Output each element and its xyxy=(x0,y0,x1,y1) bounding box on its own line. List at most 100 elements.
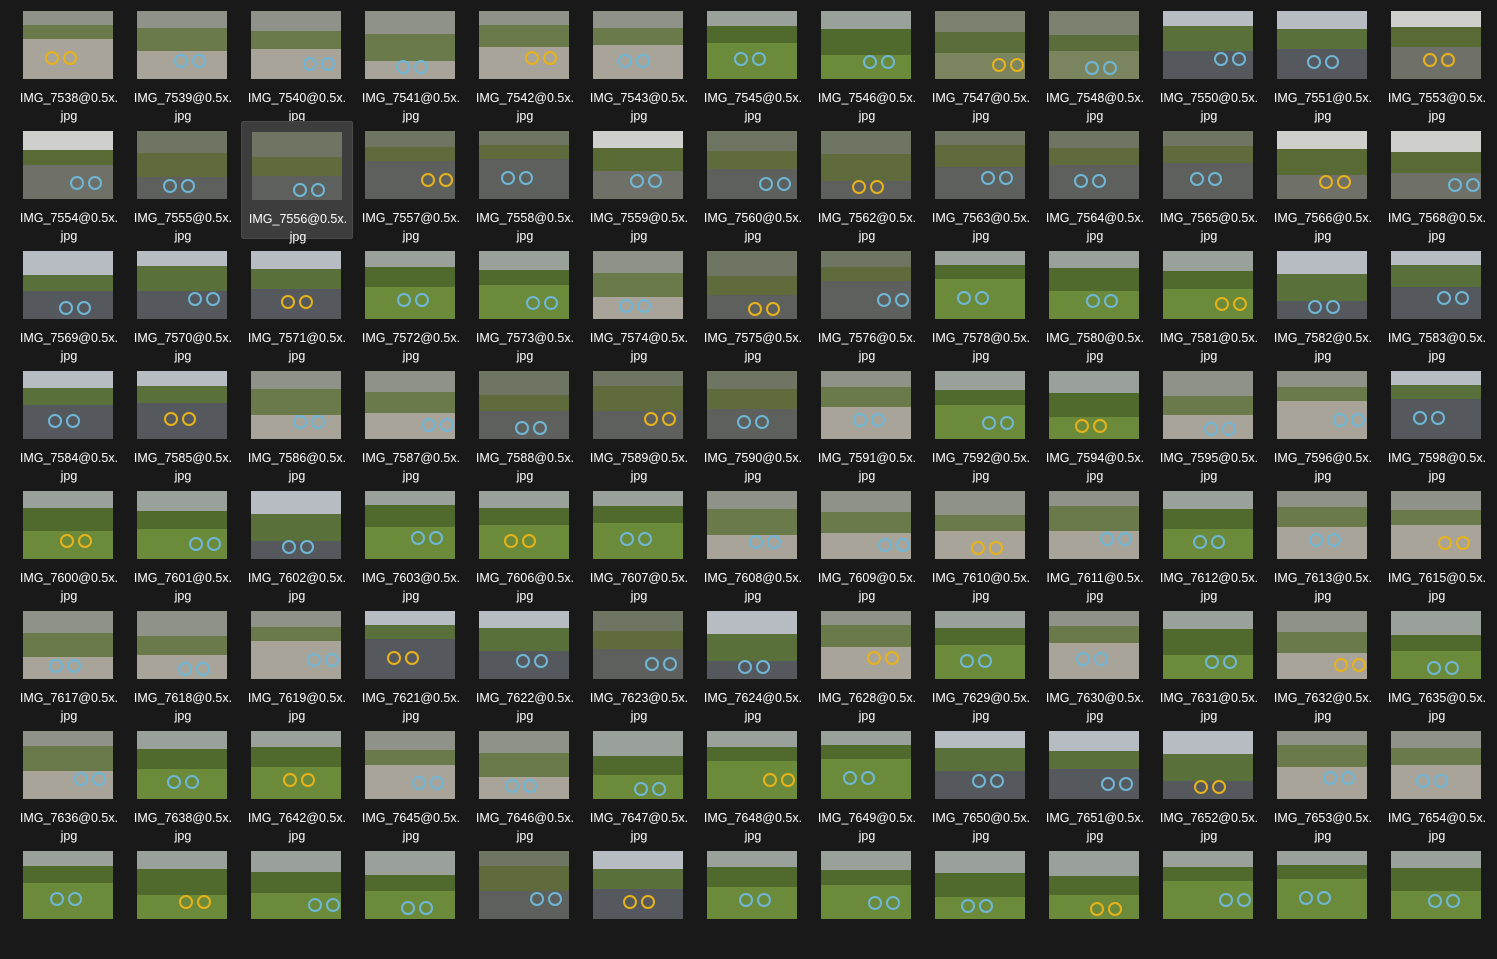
file-item[interactable]: IMG_7569@0.5x. jpg xyxy=(13,241,125,363)
file-thumbnail[interactable] xyxy=(593,851,683,919)
file-thumbnail[interactable] xyxy=(1277,371,1367,439)
file-item[interactable]: IMG_7606@0.5x. jpg xyxy=(469,481,581,603)
file-thumbnail[interactable] xyxy=(593,491,683,559)
file-thumbnail[interactable] xyxy=(593,251,683,319)
file-thumbnail[interactable] xyxy=(1163,851,1253,919)
file-thumbnail[interactable] xyxy=(935,11,1025,79)
file-thumbnail[interactable] xyxy=(23,611,113,679)
file-thumbnail[interactable] xyxy=(593,731,683,799)
file-thumbnail[interactable] xyxy=(821,611,911,679)
file-item[interactable]: IMG_7540@0.5x. jpg xyxy=(241,1,353,123)
file-thumbnail[interactable] xyxy=(821,491,911,559)
file-item[interactable]: IMG_7578@0.5x. jpg xyxy=(925,241,1037,363)
file-item[interactable]: IMG_7584@0.5x. jpg xyxy=(13,361,125,483)
file-thumbnail[interactable] xyxy=(707,131,797,199)
file-item[interactable]: IMG_7559@0.5x. jpg xyxy=(583,121,695,243)
file-thumbnail[interactable] xyxy=(251,491,341,559)
file-item[interactable] xyxy=(583,841,695,959)
file-item[interactable] xyxy=(13,841,125,959)
file-thumbnail[interactable] xyxy=(593,11,683,79)
file-thumbnail[interactable] xyxy=(821,731,911,799)
file-item[interactable]: IMG_7551@0.5x. jpg xyxy=(1267,1,1379,123)
file-item[interactable]: IMG_7609@0.5x. jpg xyxy=(811,481,923,603)
file-thumbnail[interactable] xyxy=(1277,491,1367,559)
file-thumbnail[interactable] xyxy=(593,131,683,199)
file-item[interactable]: IMG_7645@0.5x. jpg xyxy=(355,721,467,843)
file-thumbnail[interactable] xyxy=(1391,11,1481,79)
file-thumbnail[interactable] xyxy=(1391,611,1481,679)
file-item[interactable]: IMG_7612@0.5x. jpg xyxy=(1153,481,1265,603)
file-thumbnail[interactable] xyxy=(1049,491,1139,559)
file-thumbnail[interactable] xyxy=(821,851,911,919)
file-item[interactable]: IMG_7564@0.5x. jpg xyxy=(1039,121,1151,243)
file-thumbnail[interactable] xyxy=(365,251,455,319)
file-item[interactable]: IMG_7600@0.5x. jpg xyxy=(13,481,125,603)
file-thumbnail[interactable] xyxy=(1049,851,1139,919)
file-thumbnail[interactable] xyxy=(707,611,797,679)
file-item[interactable]: IMG_7629@0.5x. jpg xyxy=(925,601,1037,723)
file-thumbnail[interactable] xyxy=(1163,251,1253,319)
file-item[interactable]: IMG_7592@0.5x. jpg xyxy=(925,361,1037,483)
file-item[interactable]: IMG_7618@0.5x. jpg xyxy=(127,601,239,723)
file-thumbnail[interactable] xyxy=(365,131,455,199)
file-item[interactable]: IMG_7539@0.5x. jpg xyxy=(127,1,239,123)
file-thumbnail[interactable] xyxy=(137,131,227,199)
file-item[interactable]: IMG_7595@0.5x. jpg xyxy=(1153,361,1265,483)
file-item[interactable]: IMG_7557@0.5x. jpg xyxy=(355,121,467,243)
file-item[interactable]: IMG_7553@0.5x. jpg xyxy=(1381,1,1493,123)
file-thumbnail[interactable] xyxy=(137,851,227,919)
file-thumbnail[interactable] xyxy=(23,131,113,199)
file-item[interactable]: IMG_7570@0.5x. jpg xyxy=(127,241,239,363)
file-item[interactable]: IMG_7565@0.5x. jpg xyxy=(1153,121,1265,243)
file-item[interactable]: IMG_7646@0.5x. jpg xyxy=(469,721,581,843)
file-item[interactable]: IMG_7607@0.5x. jpg xyxy=(583,481,695,603)
file-item[interactable]: IMG_7583@0.5x. jpg xyxy=(1381,241,1493,363)
file-item[interactable]: IMG_7581@0.5x. jpg xyxy=(1153,241,1265,363)
file-item[interactable]: IMG_7574@0.5x. jpg xyxy=(583,241,695,363)
file-thumbnail[interactable] xyxy=(1391,731,1481,799)
file-item[interactable] xyxy=(241,841,353,959)
file-thumbnail[interactable] xyxy=(935,731,1025,799)
file-item[interactable]: IMG_7541@0.5x. jpg xyxy=(355,1,467,123)
file-thumbnail[interactable] xyxy=(137,611,227,679)
file-thumbnail[interactable] xyxy=(137,731,227,799)
file-thumbnail[interactable] xyxy=(1163,131,1253,199)
file-thumbnail[interactable] xyxy=(137,491,227,559)
file-thumbnail[interactable] xyxy=(1049,371,1139,439)
file-thumbnail[interactable] xyxy=(707,731,797,799)
file-thumbnail[interactable] xyxy=(1391,371,1481,439)
file-thumbnail[interactable] xyxy=(1163,731,1253,799)
file-item[interactable]: IMG_7560@0.5x. jpg xyxy=(697,121,809,243)
file-item[interactable]: IMG_7554@0.5x. jpg xyxy=(13,121,125,243)
file-item[interactable] xyxy=(355,841,467,959)
file-item[interactable]: IMG_7621@0.5x. jpg xyxy=(355,601,467,723)
file-item[interactable]: IMG_7650@0.5x. jpg xyxy=(925,721,1037,843)
file-item[interactable]: IMG_7608@0.5x. jpg xyxy=(697,481,809,603)
file-thumbnail[interactable] xyxy=(1163,491,1253,559)
file-item[interactable] xyxy=(1381,841,1493,959)
file-item[interactable]: IMG_7638@0.5x. jpg xyxy=(127,721,239,843)
file-thumbnail[interactable] xyxy=(707,851,797,919)
file-item[interactable] xyxy=(469,841,581,959)
file-thumbnail[interactable] xyxy=(1277,251,1367,319)
file-thumbnail[interactable] xyxy=(23,251,113,319)
file-item[interactable]: IMG_7594@0.5x. jpg xyxy=(1039,361,1151,483)
file-thumbnail[interactable] xyxy=(1163,611,1253,679)
file-item[interactable]: IMG_7550@0.5x. jpg xyxy=(1153,1,1265,123)
file-item[interactable]: IMG_7572@0.5x. jpg xyxy=(355,241,467,363)
file-thumbnail[interactable] xyxy=(23,371,113,439)
file-item[interactable]: IMG_7642@0.5x. jpg xyxy=(241,721,353,843)
file-thumbnail[interactable] xyxy=(935,371,1025,439)
file-item[interactable]: IMG_7548@0.5x. jpg xyxy=(1039,1,1151,123)
file-item[interactable]: IMG_7566@0.5x. jpg xyxy=(1267,121,1379,243)
file-item[interactable] xyxy=(1039,841,1151,959)
file-thumbnail[interactable] xyxy=(1277,11,1367,79)
file-item[interactable]: IMG_7543@0.5x. jpg xyxy=(583,1,695,123)
file-thumbnail[interactable] xyxy=(479,611,569,679)
file-thumbnail[interactable] xyxy=(1277,611,1367,679)
file-thumbnail[interactable] xyxy=(1163,371,1253,439)
file-item[interactable]: IMG_7615@0.5x. jpg xyxy=(1381,481,1493,603)
file-thumbnail[interactable] xyxy=(821,371,911,439)
file-item[interactable]: IMG_7538@0.5x. jpg xyxy=(13,1,125,123)
file-item[interactable]: IMG_7547@0.5x. jpg xyxy=(925,1,1037,123)
